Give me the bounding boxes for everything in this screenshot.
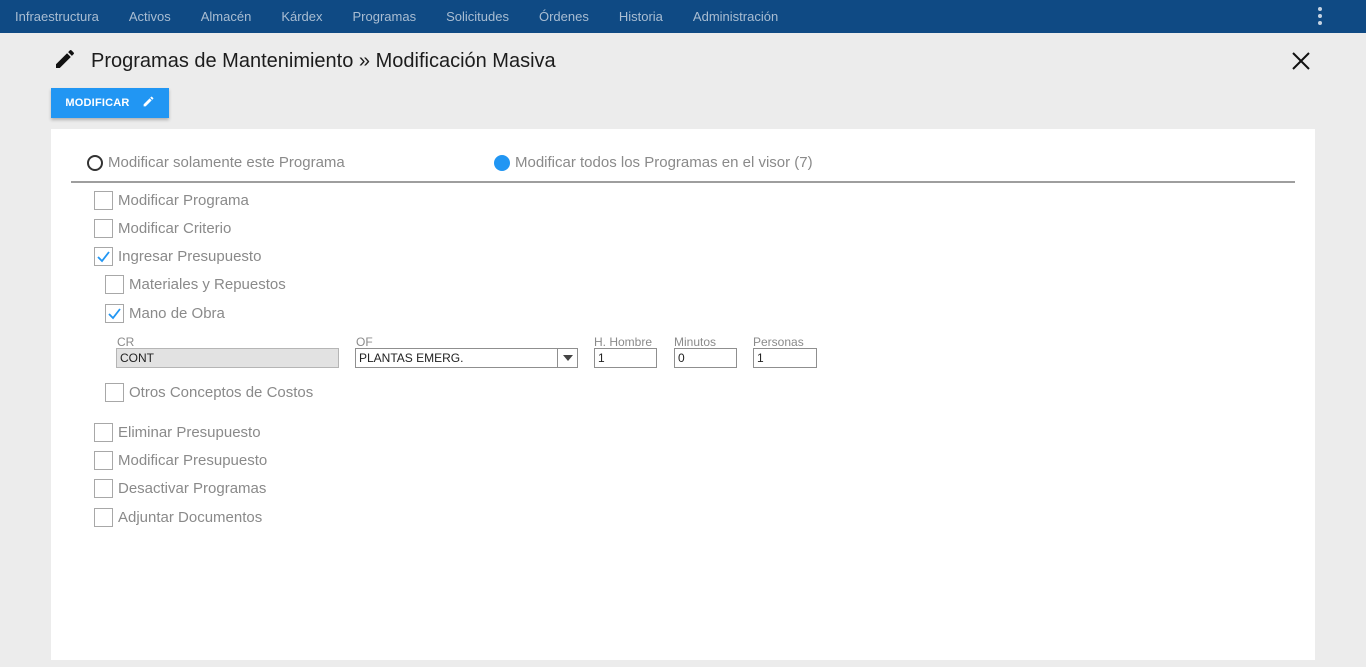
pencil-icon (142, 95, 155, 111)
checkbox-label: Modificar Criterio (118, 220, 232, 237)
of-select[interactable]: PLANTAS EMERG. (355, 348, 578, 368)
pencil-icon (53, 47, 77, 76)
checkbox-eliminar-presupuesto[interactable]: Eliminar Presupuesto (94, 423, 261, 442)
checkbox[interactable] (105, 275, 124, 294)
checkbox-label: Modificar Programa (118, 192, 249, 209)
chevron-down-icon[interactable] (557, 349, 577, 367)
of-label: OF (356, 335, 373, 349)
close-icon[interactable] (1290, 50, 1312, 72)
checkbox-label: Otros Conceptos de Costos (129, 384, 314, 401)
persons-input[interactable]: 1 (753, 348, 817, 368)
checkbox[interactable] (94, 423, 113, 442)
checkbox-mano-de-obra[interactable]: Mano de Obra (105, 304, 225, 323)
check-icon (108, 308, 121, 320)
modify-button[interactable]: MODIFICAR (51, 88, 169, 118)
checkbox[interactable] (105, 304, 124, 323)
nav-item-solicitudes[interactable]: Solicitudes (446, 9, 509, 24)
nav-item-ordenes[interactable]: Órdenes (539, 9, 589, 24)
hh-input[interactable]: 1 (594, 348, 657, 368)
nav-item-historia[interactable]: Historia (619, 9, 663, 24)
of-select-value: PLANTAS EMERG. (359, 351, 464, 365)
checkbox-label: Desactivar Programas (118, 480, 267, 497)
modification-panel: Modificar solamente este Programa Modifi… (51, 129, 1315, 660)
checkbox[interactable] (94, 451, 113, 470)
checkbox-label: Modificar Presupuesto (118, 452, 268, 469)
checkbox-modificar-criterio[interactable]: Modificar Criterio (94, 219, 231, 238)
page-title: Programas de Mantenimiento » Modificació… (91, 49, 556, 72)
more-menu-icon[interactable] (1314, 6, 1326, 26)
checkbox[interactable] (105, 383, 124, 402)
radio-label: Modificar solamente este Programa (108, 154, 345, 171)
checkbox[interactable] (94, 191, 113, 210)
nav-item-kardex[interactable]: Kárdex (281, 9, 322, 24)
modify-button-label: MODIFICAR (65, 97, 130, 109)
cr-field: CONT (116, 348, 339, 368)
checkbox-label: Ingresar Presupuesto (118, 248, 262, 265)
divider (71, 181, 1295, 183)
checkbox[interactable] (94, 508, 113, 527)
checkbox-otros-conceptos[interactable]: Otros Conceptos de Costos (105, 383, 313, 402)
radio-modify-single[interactable]: Modificar solamente este Programa (87, 154, 345, 171)
checkbox-desactivar-programas[interactable]: Desactivar Programas (94, 479, 266, 498)
radio-button[interactable] (494, 154, 510, 171)
nav-item-activos[interactable]: Activos (129, 9, 171, 24)
nav-item-programas[interactable]: Programas (353, 9, 417, 24)
hh-label: H. Hombre (594, 335, 653, 349)
checkbox-label: Eliminar Presupuesto (118, 424, 261, 441)
checkbox[interactable] (94, 479, 113, 498)
checkbox-label: Materiales y Repuestos (129, 276, 286, 293)
checkbox-materiales-repuestos[interactable]: Materiales y Repuestos (105, 275, 286, 294)
nav-item-infraestructura[interactable]: Infraestructura (15, 9, 99, 24)
checkbox-modificar-presupuesto[interactable]: Modificar Presupuesto (94, 451, 267, 470)
top-nav: Infraestructura Activos Almacén Kárdex P… (0, 0, 1366, 33)
check-icon (97, 251, 110, 263)
checkbox-adjuntar-documentos[interactable]: Adjuntar Documentos (94, 508, 262, 527)
cr-label: CR (117, 335, 135, 349)
nav-item-almacen[interactable]: Almacén (201, 9, 252, 24)
minutes-input[interactable]: 0 (674, 348, 737, 368)
radio-button[interactable] (87, 154, 103, 171)
radio-label: Modificar todos los Programas en el viso… (515, 154, 813, 171)
nav-item-administracion[interactable]: Administración (693, 9, 778, 24)
radio-modify-all[interactable]: Modificar todos los Programas en el viso… (494, 154, 813, 171)
checkbox[interactable] (94, 247, 113, 266)
persons-label: Personas (753, 335, 804, 349)
minutes-label: Minutos (674, 335, 717, 349)
checkbox-label: Adjuntar Documentos (118, 509, 263, 526)
checkbox[interactable] (94, 219, 113, 238)
checkbox-label: Mano de Obra (129, 305, 225, 322)
checkbox-ingresar-presupuesto[interactable]: Ingresar Presupuesto (94, 247, 261, 266)
checkbox-modificar-programa[interactable]: Modificar Programa (94, 191, 249, 210)
page-header: Programas de Mantenimiento » Modificació… (53, 48, 556, 74)
